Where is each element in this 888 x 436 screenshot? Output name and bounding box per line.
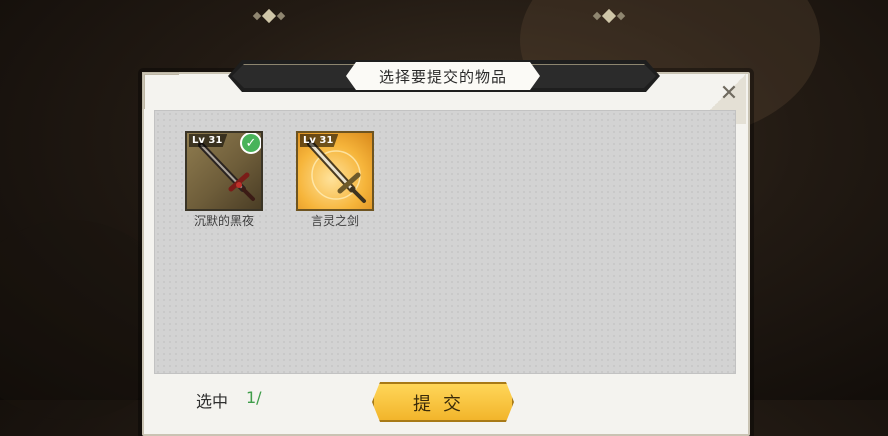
selected-label: 选中 [196, 392, 229, 411]
item-level-badge: Lv 31 [300, 134, 339, 147]
item-name: 言灵之剑 [310, 214, 359, 228]
selected-check-icon: ✓ [240, 133, 261, 154]
corner-ornament [142, 72, 179, 109]
item-slot-dark-sword[interactable]: Lv 31 ✓ [185, 131, 263, 211]
title-ornament-right [592, 8, 626, 24]
item-name: 沉默的黑夜 [193, 214, 254, 228]
title-ornament-left [252, 8, 286, 24]
item-level-badge: Lv 31 [189, 134, 228, 147]
close-button[interactable]: ✕ [712, 78, 746, 108]
selected-count: 1/ [246, 388, 262, 407]
dialog-title: 选择要提交的物品 [346, 62, 540, 90]
close-icon: ✕ [719, 80, 739, 106]
submit-button[interactable]: 提交 [372, 382, 514, 422]
item-slot-spirit-sword[interactable]: Lv 31 [296, 131, 374, 211]
